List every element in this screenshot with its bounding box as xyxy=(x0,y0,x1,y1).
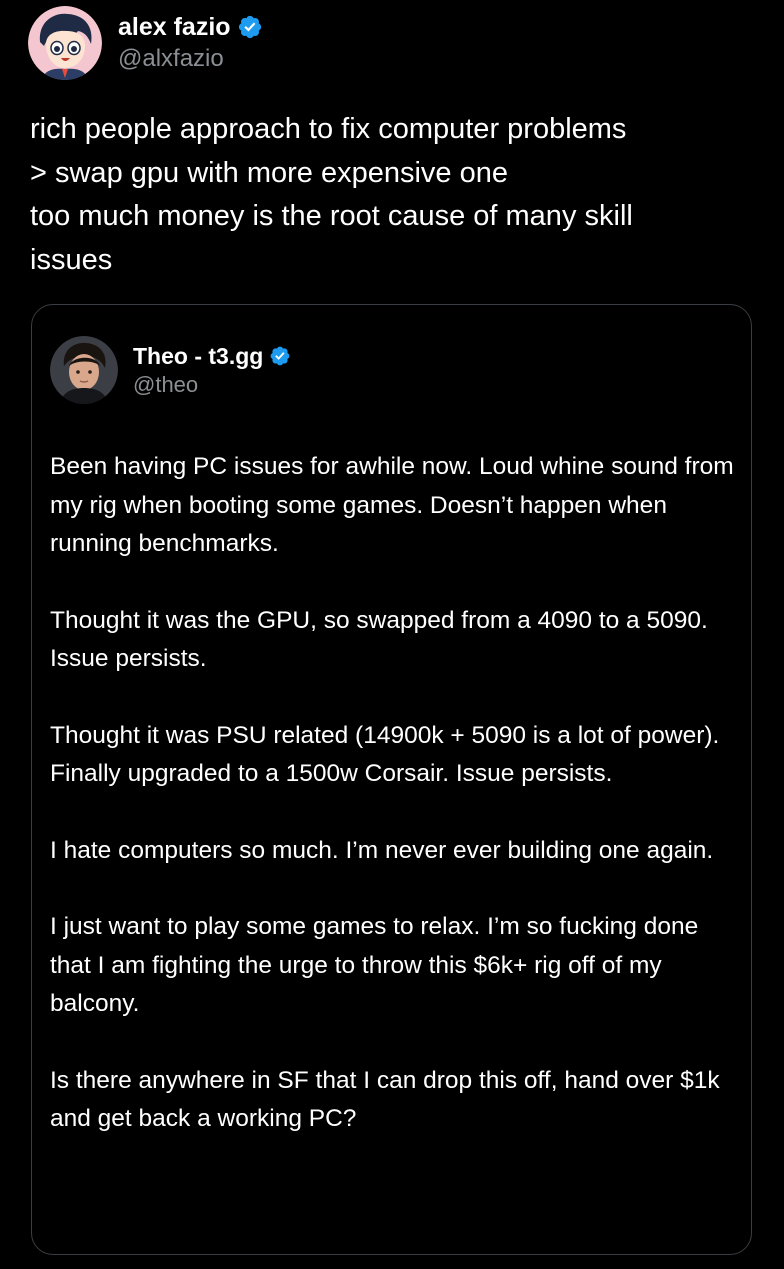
verified-badge-icon xyxy=(270,346,290,365)
quoted-name-row: Theo - t3.gg xyxy=(133,342,291,370)
name-row: alex fazio xyxy=(118,12,263,42)
verified-badge-icon xyxy=(238,15,261,39)
handle[interactable]: @alxfazio xyxy=(118,44,263,74)
display-name[interactable]: alex fazio xyxy=(118,12,231,42)
quoted-paragraph: Is there anywhere in SF that I can drop … xyxy=(50,1066,720,1133)
quoted-display-name[interactable]: Theo - t3.gg xyxy=(133,342,263,370)
quoted-paragraph: Been having PC issues for awhile now. Lo… xyxy=(50,453,734,557)
quoted-paragraph: I hate computers so much. I’m never ever… xyxy=(50,836,714,864)
quoted-tweet-text: Been having PC issues for awhile now. Lo… xyxy=(50,448,740,1177)
author-info: alex fazio @alxfazio xyxy=(118,12,263,74)
quoted-tweet-card[interactable]: Theo - t3.gg @theo Been having PC issues… xyxy=(31,304,752,1255)
quoted-paragraph: I just want to play some games to relax.… xyxy=(50,913,699,1017)
quoted-avatar[interactable] xyxy=(50,336,118,404)
avatar[interactable] xyxy=(28,6,102,80)
cartoon-avatar-icon xyxy=(28,6,102,80)
quoted-paragraph: Thought it was the GPU, so swapped from … xyxy=(50,606,708,673)
profile-photo-icon xyxy=(50,336,118,404)
quoted-author-info: Theo - t3.gg @theo xyxy=(133,342,291,399)
tweet-text: rich people approach to fix computer pro… xyxy=(30,113,633,276)
main-tweet-header: alex fazio @alxfazio xyxy=(28,6,263,80)
quoted-paragraph: Thought it was PSU related (14900k + 509… xyxy=(50,721,720,788)
quoted-handle[interactable]: @theo xyxy=(133,371,291,399)
quoted-tweet-header: Theo - t3.gg @theo xyxy=(50,335,291,405)
